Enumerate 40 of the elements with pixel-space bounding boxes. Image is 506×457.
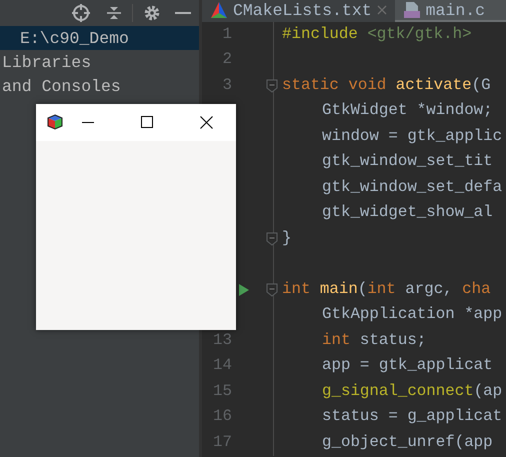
code-line: g_object_unref(app bbox=[322, 434, 493, 451]
line-number: 3 bbox=[222, 78, 232, 94]
code-line: GtkApplication *app bbox=[322, 307, 502, 324]
collapse-icon[interactable] bbox=[106, 4, 122, 22]
editor-tab[interactable]: main.c bbox=[394, 0, 506, 22]
code-line: window = gtk_applic bbox=[322, 128, 502, 145]
code-line: int status; bbox=[322, 332, 426, 349]
cube-icon bbox=[47, 114, 63, 130]
minimize-icon[interactable] bbox=[175, 11, 191, 15]
code-line: int main(int argc, cha bbox=[282, 282, 491, 298]
code-line: gtk_window_set_defa bbox=[322, 180, 502, 196]
close-icon[interactable] bbox=[200, 116, 213, 129]
code-line: status = g_applicat bbox=[322, 409, 502, 426]
line-number: 2 bbox=[222, 52, 232, 68]
locate-icon[interactable] bbox=[70, 2, 92, 24]
line-number: 1 bbox=[222, 26, 232, 43]
settings-icon[interactable] bbox=[143, 4, 161, 22]
fold-icon[interactable] bbox=[266, 232, 278, 246]
line-number: 17 bbox=[212, 434, 232, 451]
fold-icon[interactable] bbox=[266, 79, 278, 93]
c-file-icon bbox=[402, 1, 421, 19]
code-line: } bbox=[282, 230, 292, 247]
triangle-icon bbox=[210, 1, 228, 19]
line-number: 14 bbox=[212, 358, 232, 374]
line-number: 13 bbox=[212, 332, 232, 349]
run-icon[interactable] bbox=[239, 284, 249, 296]
maximize-icon[interactable] bbox=[141, 116, 153, 128]
tree-item[interactable]: Libraries bbox=[0, 50, 199, 74]
tree-item[interactable]: and Consoles bbox=[0, 74, 199, 98]
code-line: g_signal_connect(ap bbox=[322, 384, 502, 400]
line-number: 15 bbox=[212, 384, 232, 400]
code-line: static void activate(G bbox=[282, 78, 491, 94]
code-line: #include <gtk/gtk.h> bbox=[282, 26, 472, 43]
code-line: gtk_widget_show_al bbox=[322, 205, 493, 222]
line-number: 16 bbox=[212, 409, 232, 426]
code-line: app = gtk_applicat bbox=[322, 358, 493, 374]
tree-item[interactable]: E:\c90_Demo bbox=[0, 26, 199, 50]
fold-icon[interactable] bbox=[266, 283, 278, 297]
code-line: gtk_window_set_tit bbox=[322, 154, 493, 170]
code-line: GtkWidget *window; bbox=[322, 103, 493, 120]
